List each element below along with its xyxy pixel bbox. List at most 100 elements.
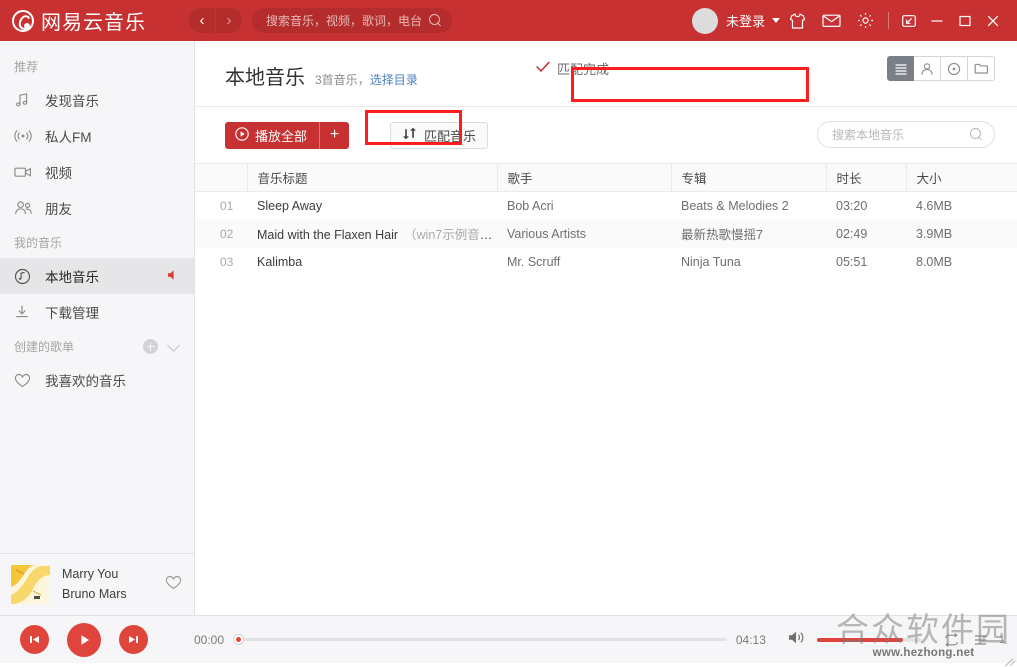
album-cover xyxy=(11,565,50,604)
column-header-size[interactable]: 大小 xyxy=(906,163,1017,192)
global-search-placeholder: 搜索音乐，视频，歌词，电台 xyxy=(266,14,423,28)
speaker-icon xyxy=(167,269,178,284)
match-music-button[interactable]: 匹配音乐 xyxy=(390,121,489,149)
cell-duration: 03:20 xyxy=(836,198,868,213)
netease-music-window: 网易云音乐 ‹ › 搜索音乐，视频，歌词，电台 未登录 推荐 发现音乐 私人FM… xyxy=(0,0,1017,667)
chevron-down-icon[interactable] xyxy=(772,18,780,23)
now-playing-title: Marry You xyxy=(62,567,119,582)
sync-arrows-icon xyxy=(402,127,417,143)
sidebar-item-my-favorite-music[interactable]: 我喜欢的音乐 xyxy=(0,362,194,398)
cell-index: 03 xyxy=(220,254,234,269)
progress-slider[interactable] xyxy=(233,634,727,645)
netease-cloud-music-logo-icon xyxy=(12,9,34,32)
play-all-label: 播放全部 xyxy=(255,128,308,144)
heart-icon xyxy=(14,373,36,388)
page-subtitle: 3首音乐，选择目录 xyxy=(315,71,418,88)
cell-artist: Bob Acri xyxy=(507,198,554,213)
sidebar-section-title: 我的音乐 xyxy=(14,236,63,250)
cell-size: 4.6MB xyxy=(916,198,953,213)
add-to-playlist-button[interactable]: + xyxy=(319,121,349,149)
app-body: 推荐 发现音乐 私人FM 视频 朋友 我的音乐 本地音乐 下载管理 创建的歌单 … xyxy=(0,41,1017,615)
cell-album: 最新热歌慢摇7 xyxy=(681,228,763,242)
sidebar-scroll: 推荐 发现音乐 私人FM 视频 朋友 我的音乐 本地音乐 下载管理 创建的歌单 … xyxy=(0,41,194,553)
avatar[interactable] xyxy=(691,7,718,34)
progress-handle[interactable] xyxy=(233,634,245,645)
cell-album: Ninja Tuna xyxy=(681,254,741,269)
song-count-label: 3首音乐， xyxy=(315,73,370,87)
song-title-note: （win7示例音乐） xyxy=(404,228,497,242)
maximize-icon[interactable] xyxy=(951,4,979,38)
repeat-mode-icon[interactable] xyxy=(937,625,967,655)
next-track-icon[interactable] xyxy=(119,625,148,654)
match-status-label: 匹配完成 xyxy=(557,62,610,77)
sidebar-item-download-manager[interactable]: 下载管理 xyxy=(0,294,194,330)
playback-controls xyxy=(20,622,148,657)
column-header-title[interactable]: 音乐标题 xyxy=(247,163,498,192)
titlebar-divider xyxy=(888,12,889,29)
cell-duration: 05:51 xyxy=(836,254,868,269)
nav-forward-button[interactable]: › xyxy=(216,8,242,33)
sidebar-item-friends[interactable]: 朋友 xyxy=(0,190,194,226)
person-icon[interactable] xyxy=(914,56,941,81)
song-title: Kalimba xyxy=(257,254,303,269)
column-header-album[interactable]: 专辑 xyxy=(671,163,827,192)
list-icon[interactable] xyxy=(887,56,914,81)
table-row[interactable]: 03 Kalimba Mr. Scruff Ninja Tuna 05:51 8… xyxy=(195,248,1017,276)
close-icon[interactable] xyxy=(979,4,1007,38)
choose-directory-link[interactable]: 选择目录 xyxy=(370,73,418,87)
progress-track[interactable] xyxy=(244,638,727,641)
sidebar-item-label: 发现音乐 xyxy=(45,94,99,109)
page-title: 本地音乐 xyxy=(225,67,305,89)
sidebar-item-discover[interactable]: 发现音乐 xyxy=(0,82,194,118)
sidebar-item-video[interactable]: 视频 xyxy=(0,154,194,190)
cell-duration: 02:49 xyxy=(836,226,868,241)
table-body: 01 Sleep Away Bob Acri Beats & Melodies … xyxy=(195,192,1017,276)
mini-mode-icon[interactable] xyxy=(895,4,923,38)
sidebar-item-personal-fm[interactable]: 私人FM xyxy=(0,118,194,154)
sidebar-item-local-music[interactable]: 本地音乐 xyxy=(0,258,194,294)
table-row[interactable]: 01 Sleep Away Bob Acri Beats & Melodies … xyxy=(195,192,1017,220)
mail-icon[interactable] xyxy=(814,4,848,38)
previous-track-icon[interactable] xyxy=(20,625,49,654)
column-header-artist[interactable]: 歌手 xyxy=(497,163,672,192)
play-icon[interactable] xyxy=(67,622,101,657)
add-playlist-icon[interactable] xyxy=(143,339,158,354)
login-status-label[interactable]: 未登录 xyxy=(726,11,765,30)
search-local-music-input[interactable]: 搜索本地音乐 xyxy=(817,121,995,148)
nav-back-button[interactable]: ‹ xyxy=(189,8,215,33)
now-playing-artist: Bruno Mars xyxy=(62,586,127,601)
sidebar-item-label: 视频 xyxy=(45,166,72,181)
playlist-icon[interactable] xyxy=(967,625,997,655)
song-title: Maid with the Flaxen Hair xyxy=(257,228,399,242)
play-all-button[interactable]: 播放全部 + xyxy=(225,121,350,149)
chevron-down-icon[interactable] xyxy=(167,338,180,352)
match-status: 匹配完成 xyxy=(536,59,609,78)
sidebar-section-title: 创建的歌单 xyxy=(14,340,75,354)
cell-artist: Mr. Scruff xyxy=(507,254,561,269)
cell-artist: Various Artists xyxy=(507,226,586,241)
volume-control xyxy=(788,630,921,650)
sidebar-item-label: 下载管理 xyxy=(45,306,99,321)
disc-note-icon xyxy=(14,268,36,285)
minimize-icon[interactable] xyxy=(923,4,951,38)
view-mode-switcher xyxy=(887,56,995,81)
column-header-index[interactable] xyxy=(195,163,248,192)
resize-grip[interactable] xyxy=(1002,649,1016,667)
table-row[interactable]: 02 Maid with the Flaxen Hair （win7示例音乐） V… xyxy=(195,219,1017,248)
now-playing-card[interactable]: Marry You Bruno Mars xyxy=(0,553,194,615)
play-all-main[interactable]: 播放全部 xyxy=(225,122,319,149)
volume-icon[interactable] xyxy=(788,630,807,650)
gear-icon[interactable] xyxy=(848,4,882,38)
column-header-duration[interactable]: 时长 xyxy=(826,163,907,192)
playlist-count: 1 xyxy=(998,633,1005,646)
folder-icon[interactable] xyxy=(968,56,995,81)
play-circle-icon xyxy=(235,126,249,144)
heart-outline-icon[interactable] xyxy=(165,575,182,595)
sidebar-item-label: 朋友 xyxy=(45,202,72,217)
tshirt-skin-icon[interactable] xyxy=(780,4,814,38)
volume-track[interactable] xyxy=(816,637,921,642)
disc-icon[interactable] xyxy=(941,56,968,81)
global-search-input[interactable]: 搜索音乐，视频，歌词，电台 xyxy=(252,8,452,33)
cell-title: Kalimba xyxy=(247,248,497,276)
titlebar-right-group: 未登录 xyxy=(691,4,1017,38)
